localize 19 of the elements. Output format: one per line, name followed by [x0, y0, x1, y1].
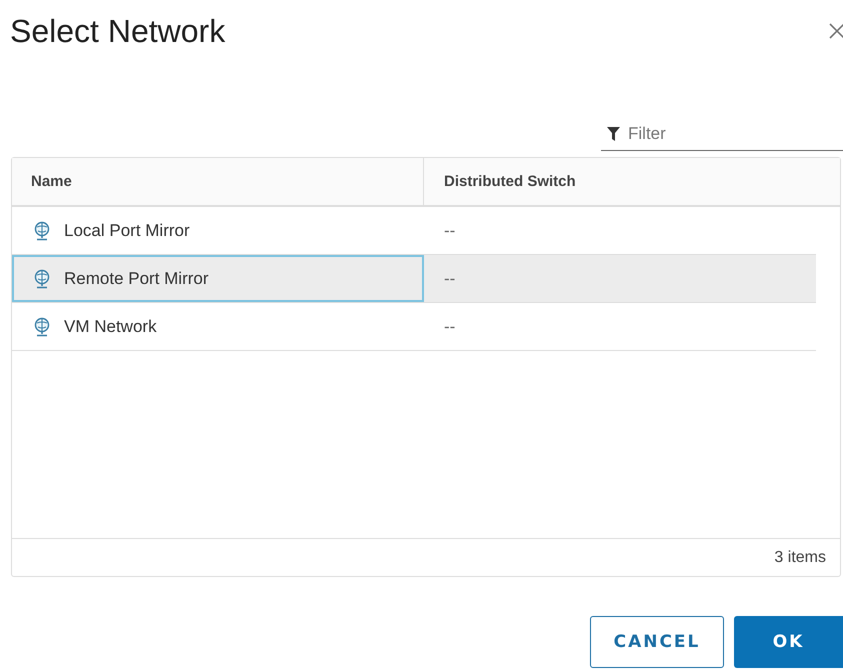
- table-row[interactable]: Remote Port Mirror --: [12, 255, 816, 303]
- switch-value: --: [444, 220, 456, 240]
- network-name: VM Network: [64, 316, 157, 336]
- network-icon: [34, 220, 50, 240]
- filter-icon: [607, 127, 620, 141]
- network-name: Remote Port Mirror: [64, 268, 209, 288]
- cancel-button[interactable]: CANCEL: [590, 616, 724, 668]
- item-count: 3 items: [774, 548, 826, 566]
- switch-value: --: [444, 316, 456, 336]
- switch-value: --: [444, 268, 456, 288]
- network-name: Local Port Mirror: [64, 220, 190, 240]
- column-header[interactable]: Distributed Switch: [424, 158, 576, 205]
- table-row[interactable]: VM Network --: [12, 303, 816, 351]
- close-icon[interactable]: [829, 23, 843, 39]
- network-icon: [34, 268, 50, 288]
- ok-button[interactable]: OK: [734, 616, 843, 668]
- dialog-title: Select Network: [10, 12, 226, 50]
- network-icon: [34, 316, 50, 336]
- column-header[interactable]: Name: [12, 158, 424, 205]
